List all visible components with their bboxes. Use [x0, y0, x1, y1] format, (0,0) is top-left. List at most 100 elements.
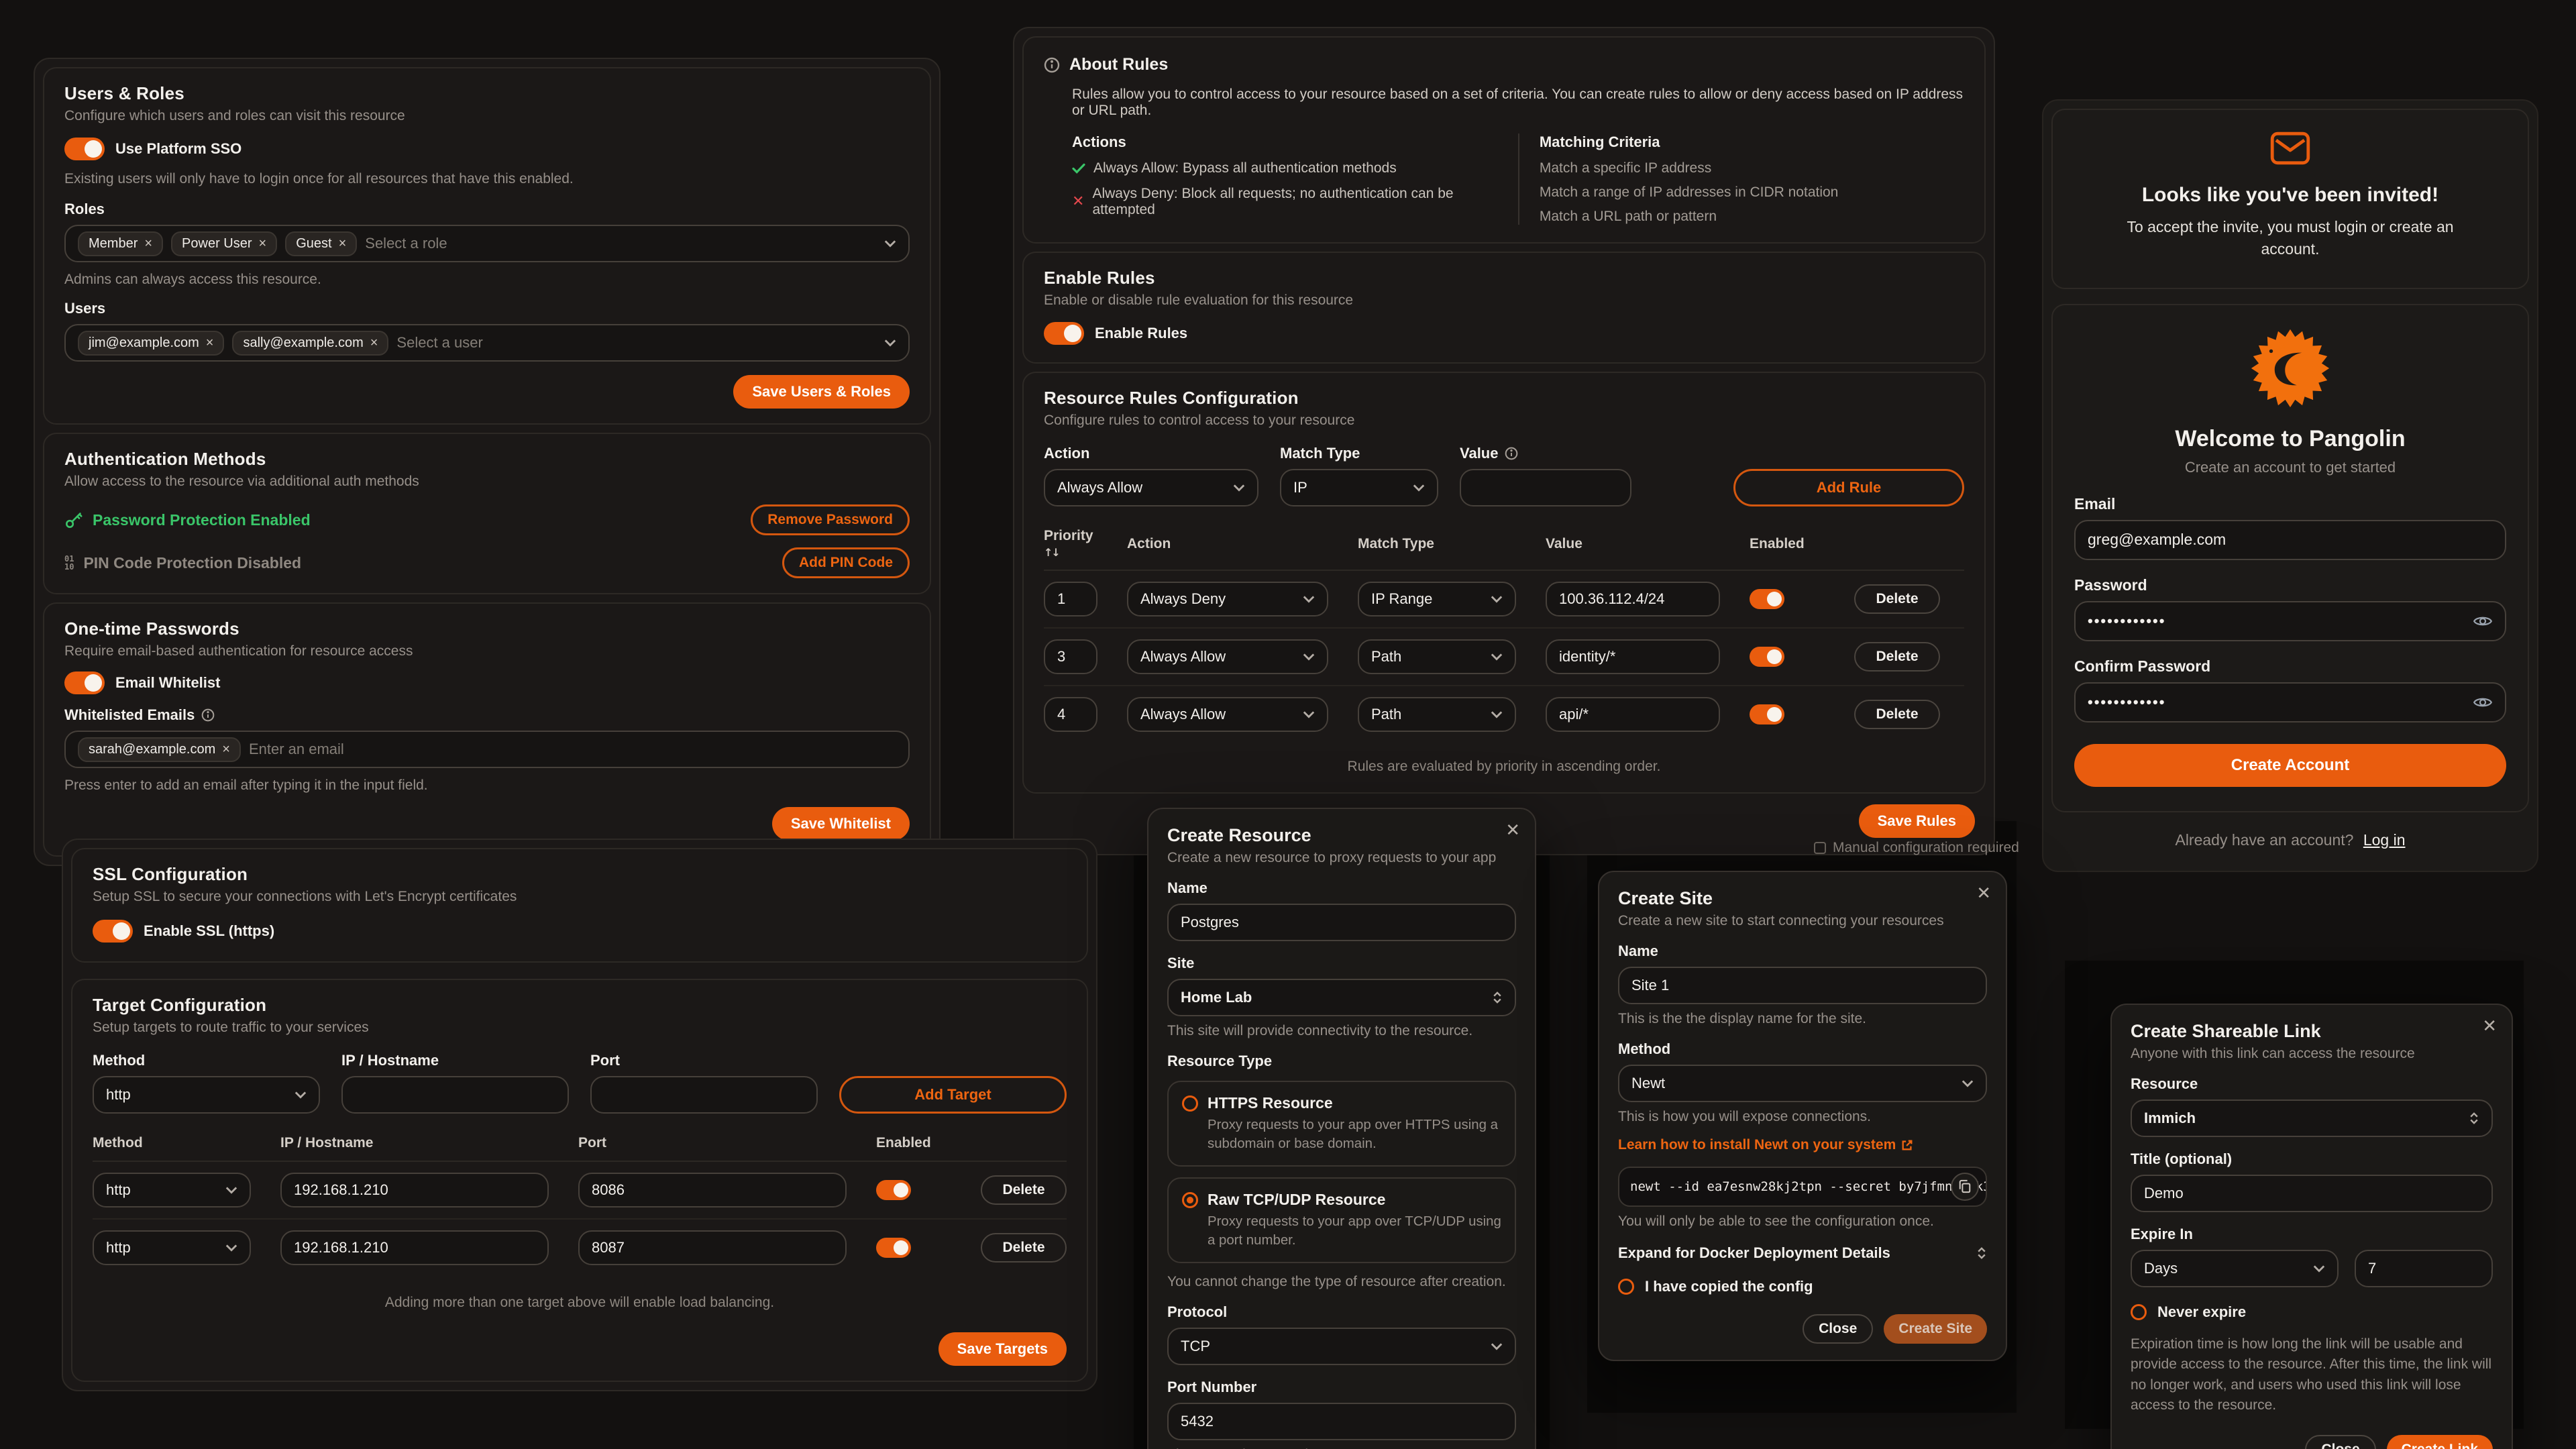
title-input[interactable]: Demo	[2131, 1175, 2493, 1212]
roles-multiselect[interactable]: Member× Power User× Guest× Select a role	[64, 225, 910, 262]
enable-ssl-toggle[interactable]	[93, 920, 133, 943]
rule-match-select[interactable]: IP	[1280, 469, 1438, 506]
delete-target-button[interactable]: Delete	[981, 1175, 1067, 1205]
remove-icon[interactable]: ×	[339, 237, 347, 250]
site-select[interactable]: Home Lab	[1167, 979, 1516, 1016]
protocol-select[interactable]: TCP	[1167, 1328, 1516, 1365]
save-users-roles-button[interactable]: Save Users & Roles	[733, 375, 910, 409]
resource-name-input[interactable]: Postgres	[1167, 904, 1516, 941]
create-resource-modal: ✕ Create Resource Create a new resource …	[1147, 808, 1536, 1449]
target-method-select[interactable]: http	[93, 1076, 320, 1114]
target-enabled-toggle[interactable]	[876, 1238, 911, 1258]
site-name-input[interactable]: Site 1	[1618, 967, 1987, 1004]
users-multiselect[interactable]: jim@example.com× sally@example.com× Sele…	[64, 324, 910, 362]
target-ip-input[interactable]	[341, 1076, 569, 1114]
expire-unit-select[interactable]: Days	[2131, 1250, 2339, 1287]
priority-input[interactable]: 1	[1044, 582, 1097, 616]
create-site-button-disabled[interactable]: Create Site	[1884, 1314, 1987, 1344]
close-icon[interactable]: ✕	[2482, 1017, 2497, 1034]
resource-select[interactable]: Immich	[2131, 1099, 2493, 1137]
rule-enabled-toggle[interactable]	[1750, 647, 1784, 667]
site-label: Site	[1167, 955, 1516, 972]
chevron-down-icon	[1303, 595, 1315, 603]
col-priority[interactable]: Priority ↑↓	[1044, 528, 1097, 560]
radio-selected-icon[interactable]	[1182, 1192, 1198, 1208]
add-pin-code-button[interactable]: Add PIN Code	[782, 547, 910, 578]
copied-config-radio[interactable]	[1618, 1279, 1634, 1295]
close-button[interactable]: Close	[2305, 1435, 2375, 1449]
checkbox-icon	[1814, 842, 1826, 854]
use-platform-sso-toggle[interactable]	[64, 138, 105, 160]
one-time-passwords-card: One-time Passwords Require email-based a…	[43, 602, 931, 857]
ip-input[interactable]: 192.168.1.210	[280, 1173, 549, 1208]
delete-target-button[interactable]: Delete	[981, 1233, 1067, 1263]
match-select[interactable]: Path	[1358, 639, 1516, 674]
add-rule-button[interactable]: Add Rule	[1733, 469, 1964, 506]
eye-icon[interactable]	[2473, 695, 2493, 710]
remove-icon[interactable]: ×	[144, 237, 152, 250]
install-newt-link[interactable]: Learn how to install Newt on your system	[1618, 1137, 1913, 1153]
delete-rule-button[interactable]: Delete	[1854, 642, 1940, 672]
login-link[interactable]: Log in	[2363, 831, 2406, 849]
rule-enabled-toggle[interactable]	[1750, 704, 1784, 724]
x-icon: ✕	[1072, 195, 1084, 209]
delete-rule-button[interactable]: Delete	[1854, 700, 1940, 729]
port-input[interactable]: 8087	[578, 1230, 847, 1265]
remove-icon[interactable]: ×	[370, 336, 378, 350]
port-input[interactable]: 8086	[578, 1173, 847, 1208]
port-number-input[interactable]: 5432	[1167, 1403, 1516, 1440]
value-input[interactable]: identity/*	[1546, 639, 1720, 674]
confirm-password-input[interactable]: ••••••••••••	[2074, 682, 2506, 722]
value-input[interactable]: api/*	[1546, 697, 1720, 732]
action-select[interactable]: Always Allow	[1127, 697, 1328, 732]
proxy-panel: SSL Configuration Setup SSL to secure yo…	[62, 839, 1097, 1391]
rule-enabled-toggle[interactable]	[1750, 589, 1784, 609]
create-account-button[interactable]: Create Account	[2074, 744, 2506, 787]
chevrons-up-down-icon[interactable]	[1976, 1246, 1987, 1260]
section-title: Target Configuration	[93, 995, 1067, 1016]
never-expire-radio[interactable]	[2131, 1304, 2147, 1320]
delete-rule-button[interactable]: Delete	[1854, 584, 1940, 614]
match-select[interactable]: Path	[1358, 697, 1516, 732]
radio-icon[interactable]	[1182, 1095, 1198, 1112]
save-rules-button[interactable]: Save Rules	[1859, 804, 1975, 838]
whitelist-email-input[interactable]: sarah@example.com× Enter an email	[64, 731, 910, 768]
remove-password-button[interactable]: Remove Password	[751, 504, 910, 535]
expire-value-input[interactable]: 7	[2355, 1250, 2493, 1287]
rule-value-input[interactable]	[1460, 469, 1631, 506]
eye-icon[interactable]	[2473, 614, 2493, 629]
binary-icon: 0110	[64, 555, 74, 571]
target-enabled-toggle[interactable]	[876, 1180, 911, 1200]
action-select[interactable]: Always Deny	[1127, 582, 1328, 616]
save-whitelist-button[interactable]: Save Whitelist	[772, 807, 910, 841]
email-input[interactable]: greg@example.com	[2074, 520, 2506, 560]
remove-icon[interactable]: ×	[222, 743, 230, 756]
priority-input[interactable]: 3	[1044, 639, 1097, 674]
close-icon[interactable]: ✕	[1505, 821, 1520, 839]
copy-button[interactable]	[1951, 1173, 1979, 1201]
criteria-item: Match a specific IP address	[1540, 160, 1964, 176]
method-select[interactable]: Newt	[1618, 1065, 1987, 1102]
match-select[interactable]: IP Range	[1358, 582, 1516, 616]
target-port-input[interactable]	[590, 1076, 818, 1114]
priority-input[interactable]: 4	[1044, 697, 1097, 732]
action-select[interactable]: Always Allow	[1127, 639, 1328, 674]
ip-input[interactable]: 192.168.1.210	[280, 1230, 549, 1265]
value-input[interactable]: 100.36.112.4/24	[1546, 582, 1720, 616]
remove-icon[interactable]: ×	[259, 237, 267, 250]
enable-rules-toggle[interactable]	[1044, 322, 1084, 345]
remove-icon[interactable]: ×	[206, 336, 214, 350]
tcp-resource-option[interactable]: Raw TCP/UDP Resource Proxy requests to y…	[1167, 1177, 1516, 1263]
email-whitelist-toggle[interactable]	[64, 672, 105, 694]
chevron-down-icon	[1491, 595, 1503, 603]
save-targets-button[interactable]: Save Targets	[938, 1332, 1067, 1366]
create-link-button[interactable]: Create Link	[2387, 1435, 2493, 1449]
password-input[interactable]: ••••••••••••	[2074, 601, 2506, 641]
close-button[interactable]: Close	[1803, 1314, 1873, 1344]
method-select[interactable]: http	[93, 1230, 251, 1265]
rule-action-select[interactable]: Always Allow	[1044, 469, 1258, 506]
https-resource-option[interactable]: HTTPS Resource Proxy requests to your ap…	[1167, 1081, 1516, 1167]
method-select[interactable]: http	[93, 1173, 251, 1208]
add-target-button[interactable]: Add Target	[839, 1076, 1067, 1114]
close-icon[interactable]: ✕	[1976, 884, 1991, 902]
